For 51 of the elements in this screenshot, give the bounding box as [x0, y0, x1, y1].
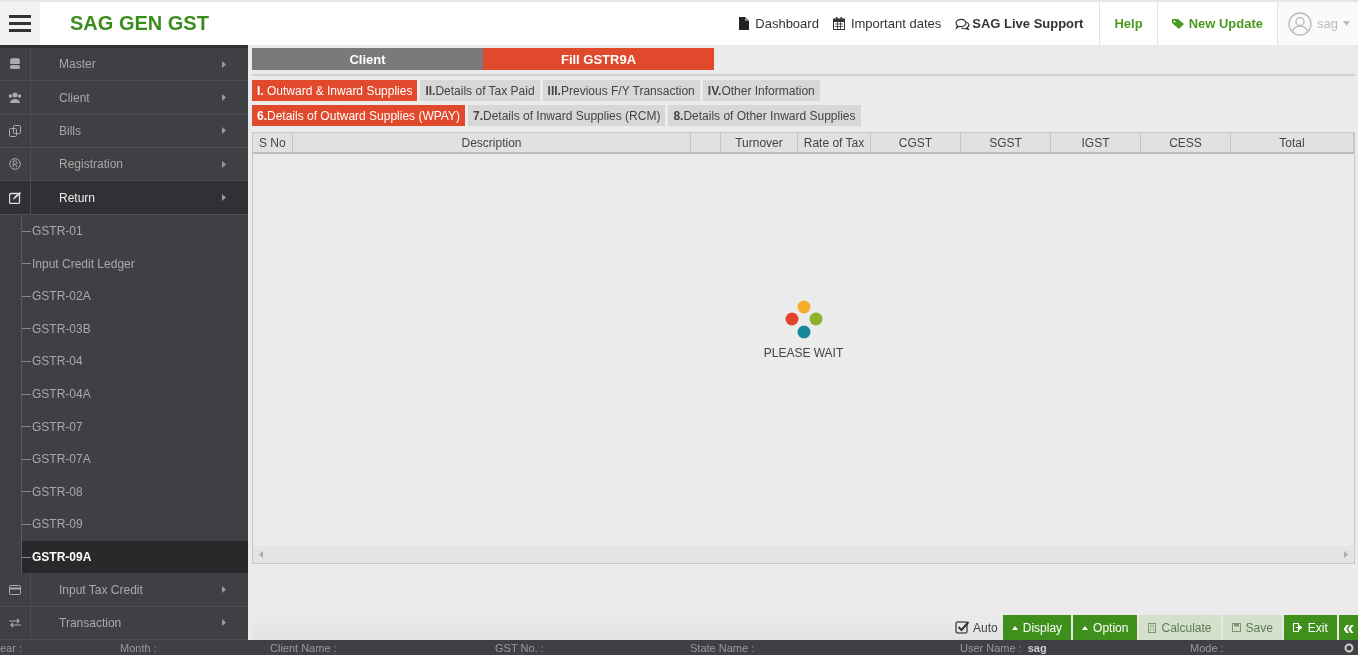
toolbar-button[interactable]: Option — [1073, 615, 1138, 640]
nav-link[interactable]: SAG Live Support — [955, 16, 1084, 31]
column-header: Rate of Tax — [798, 133, 871, 152]
sidebar-subitem[interactable]: GSTR-02A — [22, 280, 248, 313]
column-header: CESS — [1141, 133, 1231, 152]
sidebar-subitem[interactable]: GSTR-08 — [22, 475, 248, 509]
sidebar-subitem[interactable]: GSTR-03B — [22, 312, 248, 346]
sidebar-item[interactable]: Bills — [0, 114, 248, 149]
status-field: GST No. : — [495, 641, 690, 654]
section-tab[interactable]: I. Outward & Inward Supplies — [252, 80, 418, 101]
column-header: Turnover — [721, 133, 798, 152]
top-tab[interactable]: Client — [252, 48, 483, 70]
status-field: Client Name : — [270, 641, 495, 654]
sidebar-subitem[interactable]: GSTR-04A — [22, 377, 248, 411]
column-header: S No — [253, 133, 293, 152]
column-header: Description — [293, 133, 691, 152]
toolbar-button[interactable]: Display — [1002, 615, 1072, 640]
sidebar-subitem[interactable]: GSTR-04 — [22, 345, 248, 378]
nav-link[interactable]: Dashboard — [739, 16, 819, 31]
sub-tab[interactable]: 6.Details of Outward Supplies (WPAY) — [252, 105, 465, 126]
sidebar-subitem[interactable]: GSTR-09A — [22, 540, 248, 574]
sub-tab[interactable]: 7.Details of Inward Supplies (RCM) — [468, 105, 666, 126]
nav-link[interactable]: Important dates — [832, 16, 942, 31]
status-field: Month : — [120, 641, 270, 654]
sidebar-item[interactable]: Input Tax Credit — [0, 573, 248, 607]
sidebar-subitem[interactable]: GSTR-07 — [22, 410, 248, 443]
column-header: CGST — [871, 133, 961, 152]
sidebar-item[interactable]: Master — [0, 48, 248, 82]
sidebar-item[interactable]: Return — [0, 181, 248, 215]
section-tab[interactable]: II.Details of Tax Paid — [420, 80, 540, 101]
toolbar-button[interactable]: Exit — [1283, 615, 1337, 640]
sub-tab[interactable]: 8.Details of Other Inward Supplies — [668, 105, 861, 126]
column-header: Total — [1231, 133, 1354, 152]
section-tab[interactable]: IV.Other Information — [702, 80, 820, 101]
sidebar-subitem[interactable]: Input Credit Ledger — [22, 247, 248, 280]
loading-text: PLEASE WAIT — [763, 346, 844, 360]
column-header: IGST — [1051, 133, 1141, 152]
status-field: User Name : sag — [960, 641, 1190, 654]
status-field: Mode : — [1190, 641, 1344, 654]
top-tab[interactable]: Fill GSTR9A — [483, 48, 714, 70]
auto-label: Auto — [973, 620, 998, 635]
sidebar-subitem[interactable]: GSTR-09 — [22, 508, 248, 541]
sidebar-item[interactable]: Client — [0, 81, 248, 115]
column-header: SGST — [961, 133, 1051, 152]
toolbar-button[interactable]: « — [1338, 615, 1358, 640]
app-title: SAG GEN GST — [70, 12, 209, 35]
status-field: State Name : — [690, 641, 960, 654]
sidebar-subitem[interactable]: GSTR-01 — [22, 214, 248, 248]
status-field: ear : — [0, 641, 120, 654]
section-tab[interactable]: III.Previous F/Y Transaction — [542, 80, 700, 101]
sidebar-subitem[interactable]: GSTR-07A — [22, 442, 248, 476]
